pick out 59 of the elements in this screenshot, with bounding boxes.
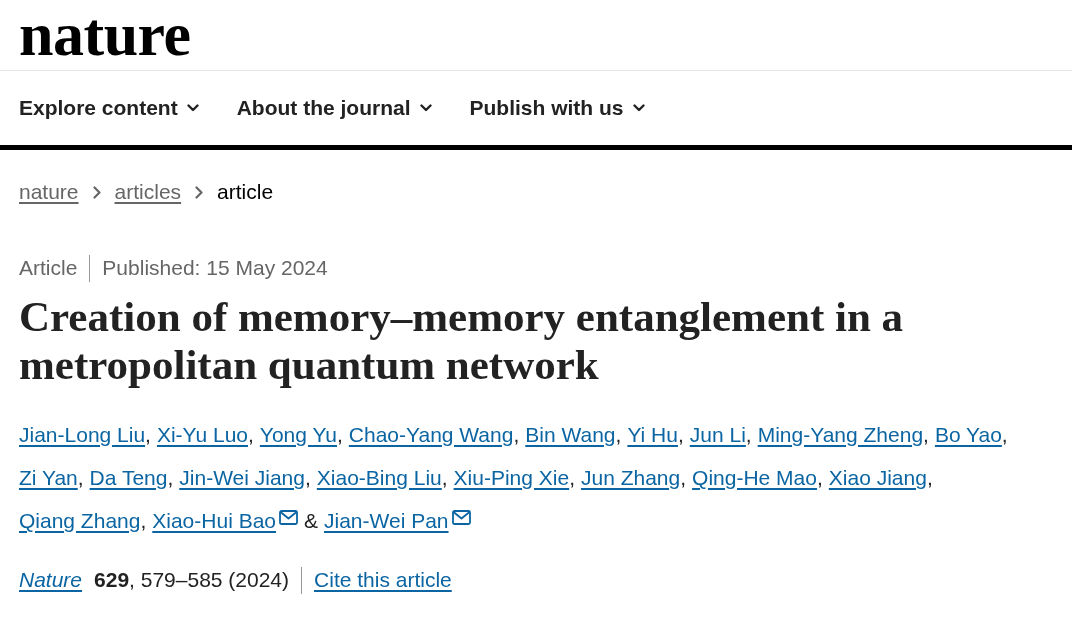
author-separator: , (441, 465, 448, 491)
author-separator: , (167, 465, 174, 491)
chevron-down-icon (186, 104, 199, 112)
breadcrumb-current: article (217, 179, 274, 205)
author-link[interactable]: Xiu-Ping Xie (453, 456, 570, 499)
author-separator: , (615, 422, 622, 448)
author-link[interactable]: Bin Wang (525, 413, 616, 456)
chevron-right-icon (92, 185, 101, 199)
author-separator: , (304, 465, 311, 491)
author-link[interactable]: Xi-Yu Luo (156, 413, 248, 456)
chevron-down-icon (632, 104, 645, 112)
author-link[interactable]: Chao-Yang Wang (348, 413, 514, 456)
author-separator: , (926, 465, 933, 491)
nav-menu-button[interactable]: Publish with us (469, 94, 645, 122)
chevron-down-icon (419, 104, 432, 112)
nav-menu-button[interactable]: About the journal (236, 94, 432, 122)
author-link[interactable]: Jin-Wei Jiang (179, 456, 305, 499)
article-title: Creation of memory–memory entanglement in a metropolitan quantum network (19, 293, 905, 389)
chevron-right-icon (195, 185, 204, 199)
author-separator: , (923, 422, 929, 448)
author-link[interactable]: Zi Yan (19, 456, 78, 499)
author-separator: , (140, 508, 147, 534)
article-type: Article (19, 255, 78, 281)
author-link[interactable]: Xiao Jiang (828, 456, 927, 499)
author-separator: , (1001, 422, 1008, 448)
author-separator: , (145, 422, 151, 448)
author-separator: , (745, 422, 752, 448)
author-separator: , (677, 422, 684, 448)
nav-menu-button[interactable]: Explore content (19, 94, 199, 122)
breadcrumb-link[interactable]: nature (19, 178, 79, 206)
mail-icon[interactable] (451, 510, 471, 525)
mail-icon[interactable] (279, 510, 298, 525)
author-separator: , (77, 465, 84, 491)
author-link[interactable]: Qing-He Mao (692, 456, 817, 499)
breadcrumb-link[interactable]: articles (114, 178, 182, 206)
author-link[interactable]: Yi Hu (627, 413, 678, 456)
citation-text: 629, 579–585 (2024) (94, 567, 290, 593)
author-link[interactable]: Xiao-Hui Bao (152, 499, 276, 542)
author-link[interactable]: Qiang Zhang (19, 499, 141, 542)
author-separator: , (680, 465, 687, 491)
cite-article-link[interactable]: Cite this article (314, 566, 452, 594)
author-separator: , (513, 422, 520, 448)
published-date: Published: 15 May 2024 (102, 255, 328, 281)
author-separator: & (304, 508, 318, 534)
author-link[interactable]: Yong Yu (259, 413, 337, 456)
author-separator: , (569, 465, 575, 491)
author-link[interactable]: Jian-Long Liu (19, 413, 146, 456)
author-separator: , (336, 422, 343, 448)
author-separator: , (816, 465, 823, 491)
journal-link[interactable]: Nature (19, 566, 83, 594)
author-link[interactable]: Jun Li (689, 413, 746, 456)
author-link[interactable]: Jun Zhang (581, 456, 681, 499)
author-separator: , (248, 422, 254, 448)
author-link[interactable]: Ming-Yang Zheng (757, 413, 924, 456)
author-link[interactable]: Jian-Wei Pan (324, 499, 449, 542)
author-link[interactable]: Bo Yao (934, 413, 1002, 456)
author-link[interactable]: Da Teng (89, 456, 168, 499)
journal-logo[interactable]: nature (19, 3, 191, 65)
author-link[interactable]: Xiao-Bing Liu (316, 456, 442, 499)
